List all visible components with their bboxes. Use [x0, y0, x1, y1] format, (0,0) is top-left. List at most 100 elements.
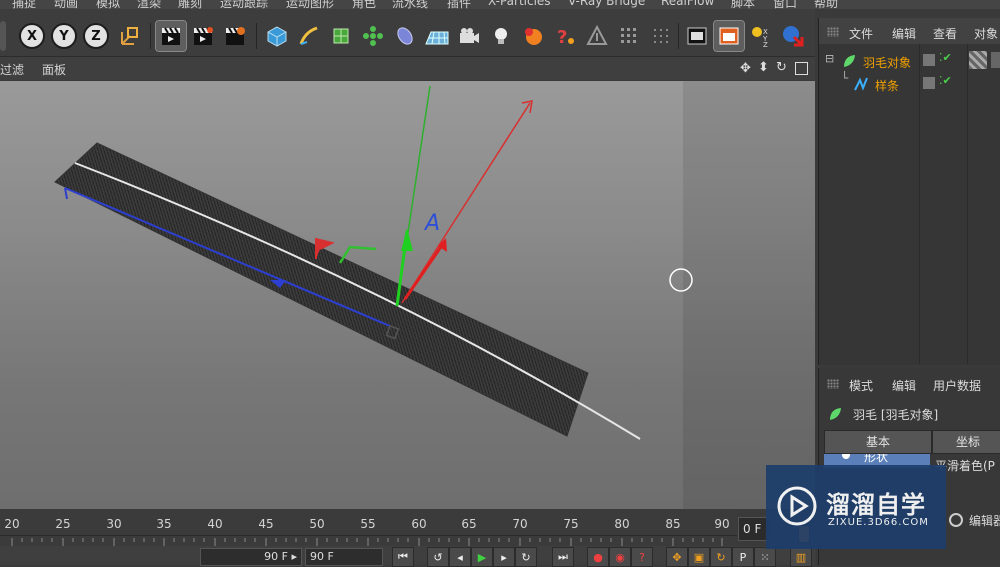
camera-button[interactable]: [454, 21, 484, 51]
previous-frame-button[interactable]: ◂: [449, 547, 471, 567]
radio-dot-icon: [842, 454, 850, 459]
lock-z-axis-button[interactable]: Z: [82, 22, 110, 50]
vertical-move-icon[interactable]: ⬍: [758, 60, 769, 75]
layer-swatch-icon[interactable]: [923, 77, 935, 89]
object-row[interactable]: ⊟ 羽毛对象 ⁚✔: [819, 50, 1000, 72]
menu-item[interactable]: 帮助: [814, 0, 838, 9]
pen-tool-button[interactable]: [294, 21, 324, 51]
tag-texture-icon[interactable]: [969, 51, 987, 69]
timeline-ruler[interactable]: 20 25 30 35 40 45 50 55 60 65 70 75 80 8…: [0, 509, 737, 546]
menu-edit[interactable]: 编辑: [892, 25, 916, 42]
menu-item[interactable]: 捕捉: [12, 0, 36, 9]
render-view-button[interactable]: [155, 20, 187, 52]
timeline-scheme-button[interactable]: ▥: [790, 547, 812, 567]
menu-item[interactable]: RealFlow: [661, 0, 714, 8]
menu-file[interactable]: 文件: [849, 25, 873, 42]
parameter-key-button[interactable]: P: [732, 547, 754, 567]
menu-view[interactable]: 查看: [933, 25, 957, 42]
preview-end-field[interactable]: 90 F ▸: [200, 548, 302, 566]
array-button[interactable]: [358, 21, 388, 51]
object-row[interactable]: └ 样条 ⁚✔: [819, 71, 1000, 95]
menu-item[interactable]: 动画: [54, 0, 78, 9]
skip-start-icon: ⏮: [398, 550, 408, 563]
grid-dots-icon: [654, 29, 668, 43]
parameter-key-icon: P: [739, 550, 747, 564]
timeline-window-button[interactable]: [682, 21, 712, 51]
deformer-button[interactable]: [390, 21, 420, 51]
3d-viewport[interactable]: A: [0, 81, 815, 509]
menu-objects[interactable]: 对象: [974, 25, 998, 42]
menu-item[interactable]: 运动跟踪: [220, 0, 268, 9]
previous-frame-icon: ◂: [457, 550, 463, 564]
menu-item[interactable]: 雕刻: [178, 0, 202, 9]
end-frame-field[interactable]: 90 F: [305, 548, 383, 566]
menu-item[interactable]: 运动图形: [286, 0, 334, 9]
scale-key-button[interactable]: ▣: [688, 547, 710, 567]
panel-grip-icon: [827, 379, 839, 389]
go-to-start-button[interactable]: ⏮: [392, 547, 414, 567]
subdivision-button[interactable]: [326, 21, 356, 51]
menu-item[interactable]: 窗口: [773, 0, 797, 9]
material-button[interactable]: [518, 21, 548, 51]
move-key-icon: ✥: [672, 550, 682, 564]
maximize-view-icon[interactable]: [795, 62, 808, 75]
film-strip-icon: ▥: [795, 550, 807, 564]
play-button[interactable]: ▶: [471, 547, 493, 567]
rotation-key-button[interactable]: ↻: [710, 547, 732, 567]
move-view-icon[interactable]: ✥: [740, 61, 751, 76]
next-frame-button[interactable]: ▸: [493, 547, 515, 567]
menu-item[interactable]: 渲染: [137, 0, 161, 9]
tab-basic[interactable]: 基本: [824, 430, 932, 454]
go-to-end-button[interactable]: ⏭: [552, 547, 574, 567]
menu-item[interactable]: 流水线: [392, 0, 428, 9]
tab-coordinates[interactable]: 坐标: [932, 430, 1000, 454]
snap-triangle-icon: [586, 24, 608, 45]
menu-item[interactable]: 脚本: [731, 0, 755, 9]
cube-button[interactable]: [262, 21, 292, 51]
layout-window-button[interactable]: [713, 20, 745, 52]
menu-item[interactable]: X-Particles: [488, 0, 551, 8]
layer-swatch-icon[interactable]: [923, 54, 935, 66]
grid-key-icon: ⁙: [760, 550, 770, 564]
autokey-button[interactable]: ◉: [609, 547, 631, 567]
lock-x-axis-button[interactable]: X: [18, 22, 46, 50]
menu-item[interactable]: 模拟: [96, 0, 120, 9]
light-button[interactable]: [486, 21, 516, 51]
lock-y-axis-button[interactable]: Y: [50, 22, 78, 50]
viewport-panel-menu[interactable]: 面板: [42, 61, 66, 78]
render-settings-button[interactable]: [220, 21, 250, 51]
render-to-picture-viewer-button[interactable]: [188, 21, 218, 51]
next-key-button[interactable]: ↻: [515, 547, 537, 567]
floor-button[interactable]: [422, 21, 452, 51]
keyframe-selection-button[interactable]: ?: [631, 547, 653, 567]
rotate-view-icon[interactable]: ↻: [776, 60, 787, 75]
axis-light-button[interactable]: XYZ: [746, 21, 776, 51]
help-button[interactable]: ?: [550, 21, 580, 51]
menu-edit[interactable]: 编辑: [892, 377, 916, 394]
workplane-button[interactable]: [614, 21, 644, 51]
viewport-filter-menu[interactable]: 过滤: [0, 61, 24, 78]
quantize-button[interactable]: [646, 21, 676, 51]
visibility-check-icon[interactable]: ⁚✔: [939, 74, 952, 87]
menu-user-data[interactable]: 用户数据: [933, 377, 981, 394]
tree-collapse-icon[interactable]: ⊟: [825, 52, 834, 65]
record-button[interactable]: ●: [587, 547, 609, 567]
autokey-icon: ◉: [615, 550, 625, 564]
menu-item[interactable]: V-Ray Bridge: [568, 0, 645, 8]
menu-mode[interactable]: 模式: [849, 377, 873, 394]
radio-button[interactable]: [949, 513, 963, 527]
tag-icon[interactable]: [991, 52, 1000, 68]
menu-item[interactable]: 角色: [352, 0, 376, 9]
coordinate-system-button[interactable]: [114, 21, 144, 51]
point-level-key-button[interactable]: ⁙: [754, 547, 776, 567]
visibility-check-icon[interactable]: ⁚✔: [939, 51, 952, 64]
plugin-button[interactable]: [778, 21, 808, 51]
object-name[interactable]: 样条: [875, 77, 899, 94]
position-key-button[interactable]: ✥: [666, 547, 688, 567]
previous-key-button[interactable]: ↺: [427, 547, 449, 567]
menu-item[interactable]: 插件: [447, 0, 471, 9]
previous-key-icon: ↺: [433, 550, 443, 564]
snap-button[interactable]: [582, 21, 612, 51]
toolbar-separator: [150, 23, 151, 49]
object-name[interactable]: 羽毛对象: [863, 54, 911, 71]
